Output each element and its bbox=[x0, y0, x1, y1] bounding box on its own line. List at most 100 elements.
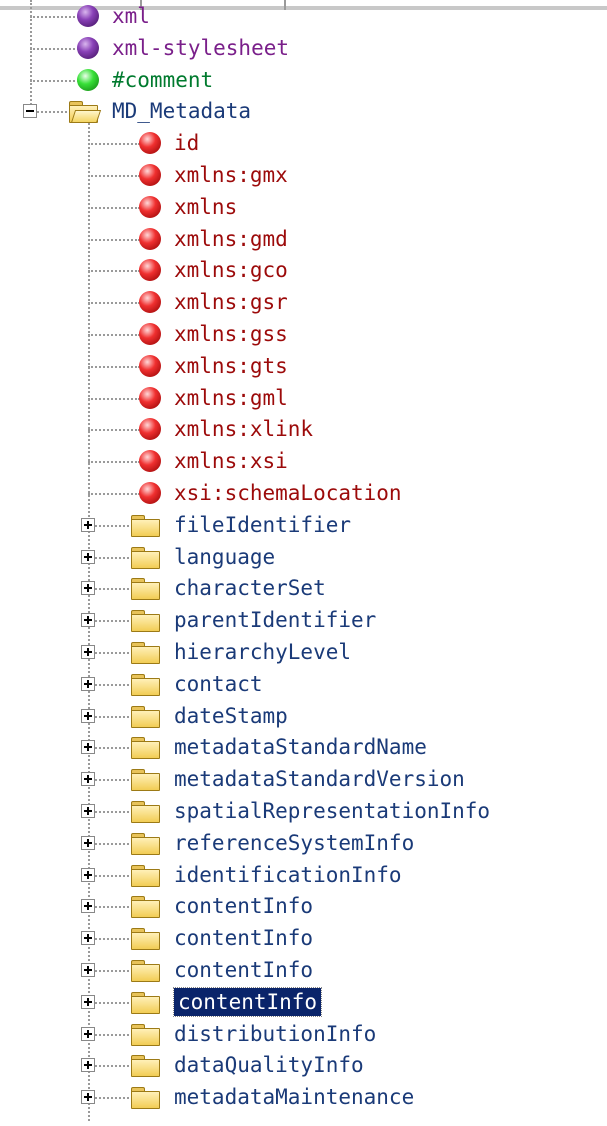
tree-connector-line bbox=[88, 143, 140, 145]
expand-toggle[interactable] bbox=[81, 1090, 95, 1104]
expand-toggle[interactable] bbox=[81, 1027, 95, 1041]
attribute-node[interactable]: xmlns:gts bbox=[174, 352, 288, 380]
element-node[interactable]: identificationInfo bbox=[174, 861, 402, 889]
element-node[interactable]: fileIdentifier bbox=[174, 511, 351, 539]
tree-connector-line bbox=[88, 429, 140, 431]
element-node[interactable]: dataQualityInfo bbox=[174, 1051, 364, 1079]
tree-connector-line bbox=[95, 525, 129, 527]
tree-connector-line bbox=[95, 779, 129, 781]
expand-toggle[interactable] bbox=[81, 518, 95, 532]
tree-connector-line bbox=[95, 843, 129, 845]
tree-connector-line bbox=[30, 16, 82, 18]
element-node[interactable]: contentInfo bbox=[174, 892, 313, 920]
expand-toggle[interactable] bbox=[81, 772, 95, 786]
expand-toggle[interactable] bbox=[81, 899, 95, 913]
tree-connector-line bbox=[88, 461, 140, 463]
element-node[interactable]: contentInfo bbox=[174, 956, 313, 984]
tree-connector-line bbox=[95, 1034, 129, 1036]
element-node[interactable]: contentInfo bbox=[174, 924, 313, 952]
tree-connector-line bbox=[95, 938, 129, 940]
element-node[interactable]: characterSet bbox=[174, 574, 326, 602]
selected-element-node[interactable]: contentInfo bbox=[172, 987, 323, 1017]
tree-connector-line bbox=[88, 302, 140, 304]
attribute-node[interactable]: xmlns:gmx bbox=[174, 161, 288, 189]
folder-icon bbox=[130, 609, 160, 632]
folder-icon bbox=[130, 927, 160, 950]
tree-node-comment[interactable]: #comment bbox=[112, 66, 213, 94]
tree-connector-line bbox=[95, 716, 129, 718]
attribute-node[interactable]: xmlns:gmd bbox=[174, 225, 288, 253]
green-ball-icon bbox=[77, 69, 99, 91]
attribute-node[interactable]: xmlns:xlink bbox=[174, 415, 313, 443]
expand-toggle[interactable] bbox=[81, 550, 95, 564]
tree-connector-line bbox=[95, 652, 129, 654]
attribute-icon bbox=[139, 291, 161, 313]
tree-connector-line bbox=[95, 557, 129, 559]
attribute-node[interactable]: xmlns:gml bbox=[174, 384, 288, 412]
expand-toggle[interactable] bbox=[81, 804, 95, 818]
attribute-icon bbox=[139, 418, 161, 440]
tree-node-xmlstylesheet[interactable]: xml-stylesheet bbox=[112, 34, 289, 62]
attribute-node[interactable]: xmlns bbox=[174, 193, 237, 221]
element-node[interactable]: parentIdentifier bbox=[174, 606, 376, 634]
tree-connector-line bbox=[88, 493, 140, 495]
attribute-node[interactable]: xmlns:xsi bbox=[174, 447, 288, 475]
folder-icon bbox=[130, 895, 160, 918]
tree-node-xml[interactable]: xml bbox=[112, 2, 150, 30]
folder-icon bbox=[130, 514, 160, 537]
expand-toggle[interactable] bbox=[81, 613, 95, 627]
tree-node-md-metadata[interactable]: MD_Metadata bbox=[112, 97, 251, 125]
element-node[interactable]: metadataMaintenance bbox=[174, 1083, 414, 1111]
element-node[interactable]: contact bbox=[174, 670, 263, 698]
expand-toggle[interactable] bbox=[81, 995, 95, 1009]
collapse-toggle[interactable] bbox=[23, 104, 37, 118]
element-node[interactable]: hierarchyLevel bbox=[174, 638, 351, 666]
attribute-node[interactable]: id bbox=[174, 129, 199, 157]
element-node[interactable]: referenceSystemInfo bbox=[174, 829, 414, 857]
attribute-node[interactable]: xmlns:gco bbox=[174, 256, 288, 284]
xml-tree-view[interactable]: xml xml-stylesheet #comment MD_Metadataid xm… bbox=[0, 0, 607, 1126]
expand-toggle[interactable] bbox=[81, 931, 95, 945]
expand-toggle[interactable] bbox=[81, 963, 95, 977]
expand-toggle[interactable] bbox=[81, 836, 95, 850]
folder-icon bbox=[130, 832, 160, 855]
attribute-icon bbox=[139, 259, 161, 281]
attribute-icon bbox=[139, 228, 161, 250]
attribute-node[interactable]: xmlns:gsr bbox=[174, 288, 288, 316]
folder-icon bbox=[130, 768, 160, 791]
attribute-icon bbox=[139, 387, 161, 409]
element-node[interactable]: metadataStandardName bbox=[174, 733, 427, 761]
folder-icon bbox=[130, 736, 160, 759]
attribute-icon bbox=[139, 450, 161, 472]
folder-icon bbox=[130, 641, 160, 664]
folder-icon bbox=[130, 959, 160, 982]
element-node[interactable]: metadataStandardVersion bbox=[174, 765, 465, 793]
attribute-icon bbox=[139, 132, 161, 154]
element-node[interactable]: dateStamp bbox=[174, 702, 288, 730]
folder-icon bbox=[130, 577, 160, 600]
tree-connector-line bbox=[95, 970, 129, 972]
expand-toggle[interactable] bbox=[81, 868, 95, 882]
tree-connector-line bbox=[88, 398, 140, 400]
expand-toggle[interactable] bbox=[81, 581, 95, 595]
attribute-icon bbox=[139, 164, 161, 186]
element-node[interactable]: language bbox=[174, 543, 275, 571]
tree-connector-line bbox=[95, 747, 129, 749]
tree-connector-line bbox=[30, 80, 82, 82]
expand-toggle[interactable] bbox=[81, 645, 95, 659]
element-node[interactable]: spatialRepresentationInfo bbox=[174, 797, 490, 825]
expand-toggle[interactable] bbox=[81, 1058, 95, 1072]
open-folder-icon bbox=[68, 100, 102, 123]
tree-connector-line bbox=[30, 48, 82, 50]
expand-toggle[interactable] bbox=[81, 709, 95, 723]
expand-toggle[interactable] bbox=[81, 677, 95, 691]
purple-ball-icon bbox=[77, 5, 99, 27]
attribute-node[interactable]: xmlns:gss bbox=[174, 320, 288, 348]
expand-toggle[interactable] bbox=[81, 740, 95, 754]
attribute-icon bbox=[139, 196, 161, 218]
folder-icon bbox=[130, 991, 160, 1014]
tree-connector-line bbox=[88, 366, 140, 368]
element-node[interactable]: distributionInfo bbox=[174, 1020, 376, 1048]
tree-connector-line bbox=[95, 1065, 129, 1067]
attribute-node[interactable]: xsi:schemaLocation bbox=[174, 479, 402, 507]
